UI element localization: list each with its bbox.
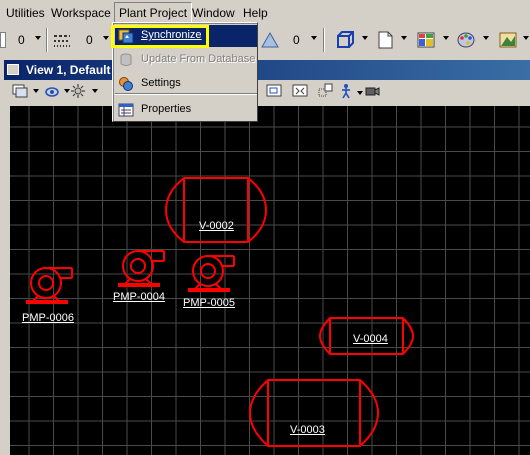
menu-item-update-from-database: Update From Database bbox=[115, 49, 257, 71]
tag-v-0004: V-0004 bbox=[353, 333, 388, 345]
drawing-canvas[interactable]: V-0002 V-0004 V-0003 PMP-0006 PMP-0004 P… bbox=[10, 106, 530, 455]
equipment-drawing bbox=[26, 177, 415, 447]
pump-base bbox=[188, 288, 230, 292]
synchronize-icon bbox=[118, 29, 134, 44]
document-dropdown-arrow[interactable] bbox=[401, 36, 407, 40]
line-style-dropdown-arrow[interactable] bbox=[103, 36, 109, 40]
toolbar-separator bbox=[323, 28, 325, 52]
settings-icon bbox=[119, 77, 133, 91]
view-attributes-icon[interactable] bbox=[12, 83, 28, 99]
pump-pmp-0004[interactable] bbox=[122, 250, 165, 286]
third-value: 0 bbox=[293, 33, 300, 47]
terrain-icon[interactable] bbox=[498, 30, 518, 50]
view-title: View 1, Default bbox=[26, 63, 111, 77]
menu-item-properties[interactable]: Properties bbox=[115, 99, 257, 121]
color-table-dropdown-arrow[interactable] bbox=[443, 36, 449, 40]
menu-separator bbox=[115, 93, 257, 95]
view-attributes-dropdown-arrow[interactable] bbox=[33, 89, 39, 93]
pump-pmp-0006[interactable] bbox=[30, 267, 73, 303]
terrain-dropdown-arrow[interactable] bbox=[523, 36, 529, 40]
cube-icon[interactable] bbox=[335, 30, 355, 50]
menu-help[interactable]: Help bbox=[243, 6, 268, 20]
change-view-icon[interactable] bbox=[318, 83, 334, 99]
view-toolbar bbox=[4, 80, 530, 104]
camera-icon[interactable] bbox=[364, 83, 380, 99]
lighting-icon[interactable] bbox=[70, 83, 86, 99]
window-area-icon[interactable] bbox=[266, 83, 282, 99]
main-toolbar: 0 0 0 bbox=[0, 26, 530, 56]
line-style-icon[interactable] bbox=[52, 30, 72, 50]
settings-label: Settings bbox=[141, 77, 181, 89]
line-weight-dropdown-arrow[interactable] bbox=[35, 36, 41, 40]
vessel-v-0003[interactable] bbox=[248, 379, 380, 447]
lighting-dropdown-arrow[interactable] bbox=[92, 89, 98, 93]
tag-pmp-0004: PMP-0004 bbox=[113, 291, 165, 303]
view-window-icon bbox=[7, 64, 19, 75]
toolbar-separator bbox=[46, 28, 48, 52]
cube-dropdown-arrow[interactable] bbox=[362, 36, 368, 40]
menu-workspace[interactable]: Workspace bbox=[51, 6, 111, 20]
pump-base bbox=[26, 300, 68, 304]
menu-utilities[interactable]: Utilities bbox=[6, 6, 45, 20]
menu-plant-project[interactable]: Plant Project bbox=[114, 2, 193, 24]
walk-dropdown-arrow[interactable] bbox=[357, 91, 363, 95]
plant-project-menu: Synchronize Update From Database Setting… bbox=[112, 22, 258, 122]
menu-bar: Utilities Workspace Plant Project Window… bbox=[0, 0, 530, 24]
line-style-value: 0 bbox=[86, 33, 93, 47]
triangle-shape-icon[interactable] bbox=[260, 30, 280, 50]
tag-pmp-0005: PMP-0005 bbox=[183, 297, 235, 309]
tag-v-0003: V-0003 bbox=[290, 424, 325, 436]
tag-v-0002: V-0002 bbox=[199, 220, 234, 232]
tag-pmp-0006: PMP-0006 bbox=[22, 312, 74, 324]
color-table-icon[interactable] bbox=[416, 30, 436, 50]
walk-icon[interactable] bbox=[340, 83, 356, 99]
palette-dropdown-arrow[interactable] bbox=[483, 36, 489, 40]
pump-base bbox=[118, 283, 160, 287]
menu-item-settings[interactable]: Settings bbox=[115, 73, 257, 95]
rotate-view-icon[interactable] bbox=[44, 83, 60, 99]
database-icon bbox=[120, 53, 132, 66]
synchronize-label: Synchronize bbox=[141, 29, 202, 41]
palette-icon[interactable] bbox=[456, 30, 476, 50]
pump-pmp-0005[interactable] bbox=[192, 255, 235, 291]
new-document-icon[interactable] bbox=[375, 30, 395, 50]
menu-item-synchronize[interactable]: Synchronize bbox=[115, 25, 257, 47]
menu-window[interactable]: Window bbox=[192, 6, 235, 20]
view-title-bar[interactable]: View 1, Default bbox=[4, 60, 530, 80]
update-from-database-label: Update From Database bbox=[141, 53, 256, 65]
vessel-v-0002[interactable] bbox=[164, 177, 268, 243]
line-weight-value: 0 bbox=[18, 33, 25, 47]
properties-label: Properties bbox=[141, 103, 192, 115]
properties-icon bbox=[118, 103, 134, 117]
fit-view-icon[interactable] bbox=[292, 83, 308, 99]
third-value-dropdown-arrow[interactable] bbox=[311, 36, 317, 40]
color-swatch[interactable] bbox=[0, 32, 6, 48]
